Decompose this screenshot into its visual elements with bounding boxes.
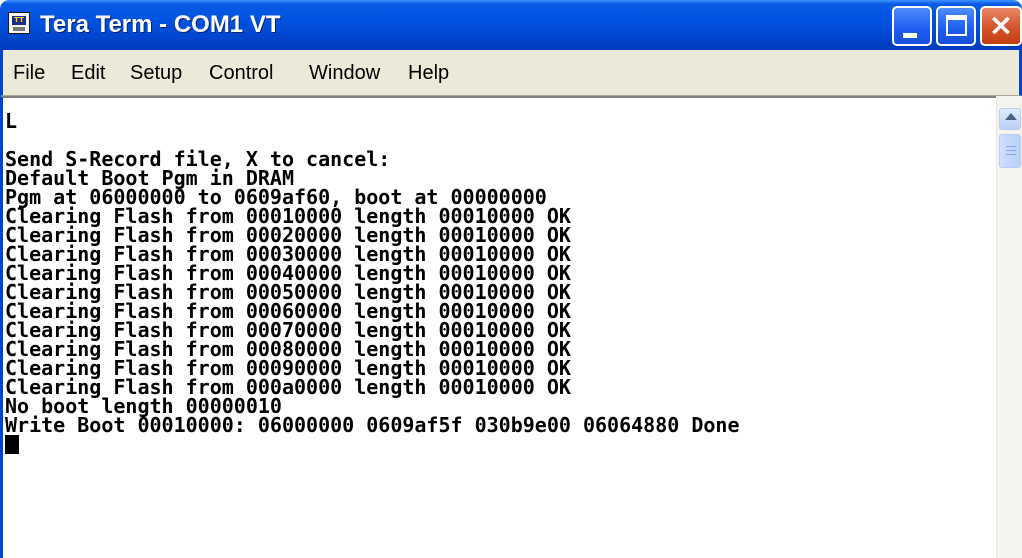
menu-setup[interactable]: Setup xyxy=(130,60,182,86)
vertical-scrollbar[interactable] xyxy=(996,96,1022,558)
chevron-up-icon xyxy=(1005,113,1017,120)
menu-edit[interactable]: Edit xyxy=(71,60,105,86)
menu-file[interactable]: File xyxy=(13,60,45,86)
scroll-thumb[interactable] xyxy=(999,134,1021,168)
maximize-icon xyxy=(946,15,967,36)
menu-control[interactable]: Control xyxy=(209,60,273,86)
menu-help[interactable]: Help xyxy=(408,60,449,86)
menu-window[interactable]: Window xyxy=(309,60,380,86)
teraterm-app-icon[interactable]: TT xyxy=(8,12,30,34)
maximize-button[interactable] xyxy=(936,6,976,46)
close-icon: × xyxy=(988,8,1014,43)
terminal-cursor xyxy=(5,435,19,454)
terminal-line: L xyxy=(5,109,18,133)
terminal-lines: L Send S-Record file, X to cancel: Defau… xyxy=(5,109,740,454)
close-button[interactable]: × xyxy=(980,6,1022,46)
terminal-line: Write Boot 00010000: 06000000 0609af5f 0… xyxy=(5,413,740,437)
menu-bar: File Edit Setup Control Window Help xyxy=(0,50,1022,96)
scroll-up-button[interactable] xyxy=(999,108,1021,130)
title-bar[interactable]: TT Tera Term - COM1 VT × xyxy=(0,0,1022,50)
minimize-icon xyxy=(903,33,917,38)
window-title: Tera Term - COM1 VT xyxy=(40,11,281,38)
minimize-button[interactable] xyxy=(892,6,932,46)
terminal-output[interactable]: L Send S-Record file, X to cancel: Defau… xyxy=(0,96,996,558)
